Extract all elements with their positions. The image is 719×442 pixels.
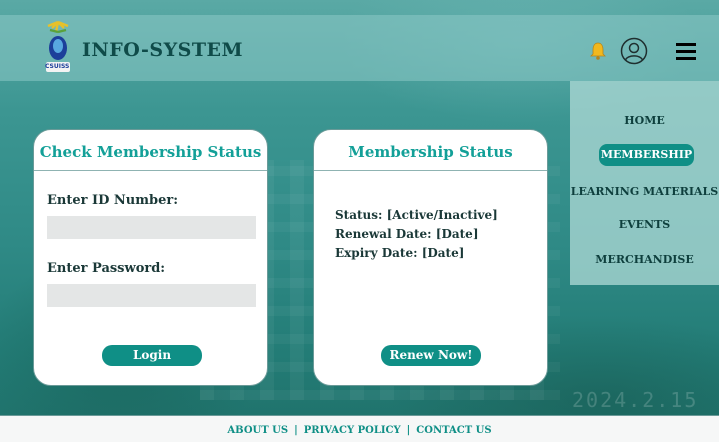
renew-now-button[interactable]: Renew Now! xyxy=(381,345,481,366)
footer: ABOUT US | PRIVACY POLICY | CONTACT US xyxy=(0,415,719,442)
membership-status-card: Membership Status Status: [Active/Inacti… xyxy=(313,129,548,386)
footer-separator: | xyxy=(406,425,411,436)
password-label: Enter Password: xyxy=(47,261,166,276)
footer-about-link[interactable]: ABOUT US xyxy=(227,425,288,436)
status-text: Status: [Active/Inactive] xyxy=(335,208,498,222)
nav-item-membership[interactable]: MEMBERSHIP xyxy=(599,144,694,166)
renewal-date-text: Renewal Date: [Date] xyxy=(335,227,479,241)
nav-item-home[interactable]: HOME xyxy=(570,114,719,127)
nav-item-merchandise[interactable]: MERCHANDISE xyxy=(570,253,719,266)
password-input[interactable] xyxy=(47,284,256,307)
user-account-icon[interactable] xyxy=(620,37,648,65)
expiry-date-text: Expiry Date: [Date] xyxy=(335,246,465,260)
login-button[interactable]: Login xyxy=(102,345,202,366)
logo-text: CSUISS xyxy=(45,63,70,70)
title-divider xyxy=(34,170,267,171)
id-number-input[interactable] xyxy=(47,216,256,239)
nav-item-events[interactable]: EVENTS xyxy=(570,218,719,231)
top-header: CSUISS INFO-SYSTEM xyxy=(0,15,719,81)
id-number-label: Enter ID Number: xyxy=(47,193,178,208)
nav-menu: HOME MEMBERSHIP LEARNING MATERIALS EVENT… xyxy=(570,81,719,285)
bell-icon[interactable] xyxy=(590,42,606,60)
hamburger-menu-icon[interactable] xyxy=(676,43,696,61)
nav-item-learning-materials[interactable]: LEARNING MATERIALS xyxy=(570,185,719,198)
check-membership-card: Check Membership Status Enter ID Number:… xyxy=(33,129,268,386)
membership-status-title: Membership Status xyxy=(348,143,513,161)
site-title: INFO-SYSTEM xyxy=(82,39,244,61)
background-date-stamp: 2024.2.15 xyxy=(572,388,699,412)
footer-separator: | xyxy=(294,425,298,436)
check-membership-title: Check Membership Status xyxy=(39,143,262,161)
title-divider xyxy=(314,170,547,171)
footer-contact-link[interactable]: CONTACT US xyxy=(416,425,491,436)
footer-privacy-link[interactable]: PRIVACY POLICY xyxy=(304,425,401,436)
